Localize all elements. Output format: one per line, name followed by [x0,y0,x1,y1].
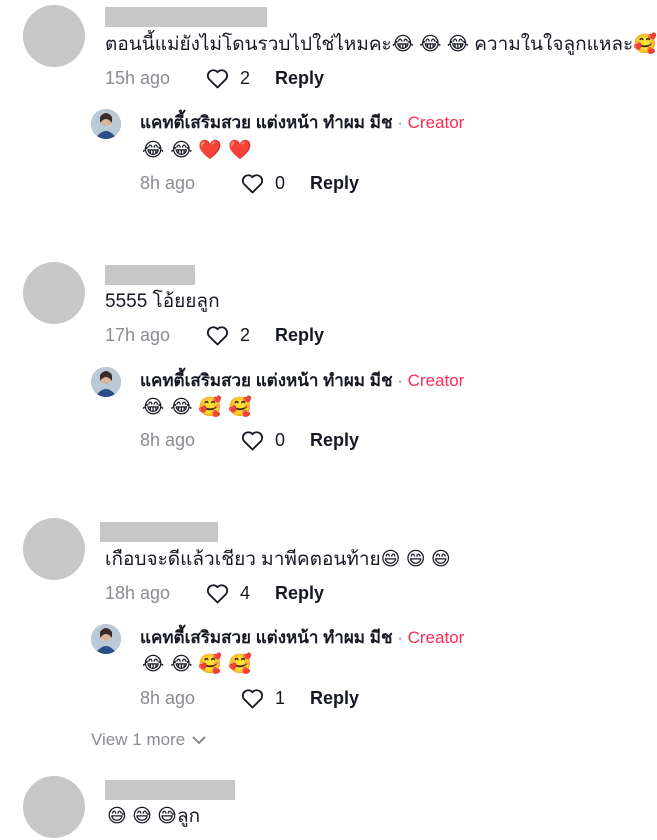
heart-icon [206,326,229,346]
creator-avatar[interactable] [91,624,121,654]
heart-icon [206,69,229,89]
comment-text: เกือบจะดีแล้วเชียว มาพีคตอนท้าย😄 😄 😄 [105,549,451,570]
separator-dot: · [397,371,403,390]
reply-button[interactable]: Reply [275,325,324,346]
creator-name[interactable]: แคทตี้เสริมสวย แต่งหน้า ทำผม มีช [140,113,393,132]
heart-icon [241,174,264,194]
like-count: 0 [275,429,286,450]
comment-text: 5555 โอ้ยยลูก [105,291,220,312]
emoji: ❤️ [228,140,252,161]
emoji: 🥰 [228,654,252,675]
emoji: 😂 [142,654,165,675]
creator-name-line: แคทตี้เสริมสวย แต่งหน้า ทำผม มีช · Creat… [140,112,464,134]
heart-icon [241,431,264,451]
heart-icon [206,584,229,604]
creator-reply-meta: 8h ago 0 Reply [140,427,359,453]
comment-meta: 17h ago 2 Reply [105,322,324,348]
like-count: 4 [240,582,251,603]
creator-badge: Creator [407,113,465,132]
creator-badge: Creator [407,371,465,390]
commenter-avatar[interactable] [23,518,85,580]
like-button[interactable]: 2 [205,324,275,346]
separator-dot: · [397,113,403,132]
commenter-name-redacted[interactable] [105,265,195,285]
reply-button[interactable]: Reply [310,688,359,709]
commenter-name-redacted[interactable] [105,780,235,800]
heart-icon [241,689,264,709]
creator-reply-meta: 8h ago 0 Reply [140,170,359,196]
emoji: 😂 [170,654,193,675]
creator-reply-emojis: 😂 😂 🥰 🥰 [142,397,252,419]
like-count: 2 [240,324,251,345]
creator-avatar[interactable] [91,109,121,139]
creator-reply-meta: 8h ago 1 Reply [140,685,359,711]
emoji: 😂 [142,140,165,161]
like-count: 1 [275,687,286,708]
comment-time: 15h ago [105,67,171,88]
creator-avatar[interactable] [91,367,121,397]
emoji: 🥰 [198,654,223,675]
creator-reply-emojis: 😂 😂 ❤️ ❤️ [142,140,252,162]
creator-name[interactable]: แคทตี้เสริมสวย แต่งหน้า ทำผม มีช [140,628,393,647]
reply-button[interactable]: Reply [310,430,359,451]
commenter-avatar[interactable] [23,776,85,838]
commenter-name-redacted[interactable] [105,7,267,27]
separator-dot: · [397,628,403,647]
comment-text: 😅 😅 😅ลูก [107,806,201,827]
reply-button[interactable]: Reply [310,173,359,194]
commenter-avatar[interactable] [23,5,85,67]
creator-name[interactable]: แคทตี้เสริมสวย แต่งหน้า ทำผม มีช [140,371,393,390]
like-button[interactable]: 4 [205,582,275,604]
like-button[interactable]: 0 [240,429,310,451]
commenter-name-redacted[interactable] [100,522,218,542]
view-more-replies-button[interactable]: View 1 more [91,730,206,750]
comment-time: 18h ago [105,582,171,603]
like-count: 2 [240,67,251,88]
reply-time: 8h ago [140,429,196,450]
emoji: ❤️ [198,140,223,161]
creator-name-line: แคทตี้เสริมสวย แต่งหน้า ทำผม มีช · Creat… [140,627,464,649]
reply-button[interactable]: Reply [275,583,324,604]
creator-name-line: แคทตี้เสริมสวย แต่งหน้า ทำผม มีช · Creat… [140,370,464,392]
reply-time: 8h ago [140,687,196,708]
comment-meta: 18h ago 4 Reply [105,580,324,606]
comment-time: 17h ago [105,324,171,345]
comment-meta: 15h ago 2 Reply [105,65,324,91]
emoji: 🥰 [198,397,223,418]
commenter-avatar[interactable] [23,262,85,324]
emoji: 😂 [170,140,193,161]
view-more-label: View 1 more [91,730,186,749]
like-count: 0 [275,172,286,193]
chevron-down-icon [192,736,206,744]
like-button[interactable]: 2 [205,67,275,89]
reply-button[interactable]: Reply [275,68,324,89]
emoji: 🥰 [228,397,252,418]
creator-badge: Creator [407,628,465,647]
like-button[interactable]: 1 [240,687,310,709]
creator-reply-emojis: 😂 😂 🥰 🥰 [142,654,252,676]
reply-time: 8h ago [140,172,196,193]
emoji: 😂 [170,397,193,418]
like-button[interactable]: 0 [240,172,310,194]
emoji: 😂 [142,397,165,418]
comment-text: ตอนนี้แม่ยังไม่โดนรวบไปใช่ไหมคะ😂 😂 😂 ควา… [105,34,657,55]
